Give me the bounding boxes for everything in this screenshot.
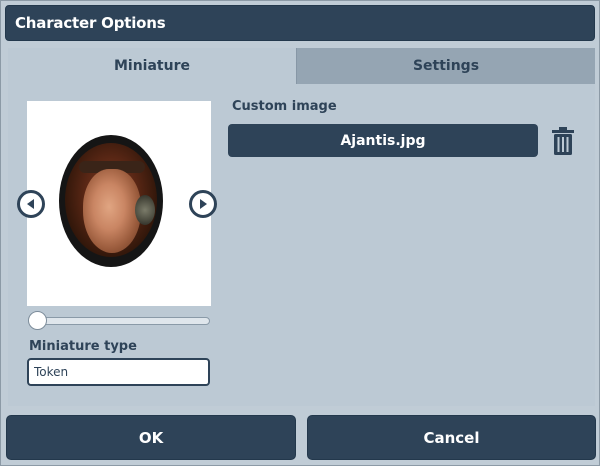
- tab-settings[interactable]: Settings: [296, 48, 595, 84]
- custom-image-button[interactable]: Ajantis.jpg: [228, 124, 538, 157]
- character-options-dialog: Character Options Miniature Settings Min…: [0, 0, 600, 466]
- scale-slider-thumb[interactable]: [28, 311, 47, 330]
- arrow-right-circle-icon: [200, 199, 207, 209]
- miniature-type-label: Miniature type: [29, 339, 137, 354]
- portrait-face: [83, 169, 141, 253]
- scale-slider-track[interactable]: [30, 317, 210, 325]
- custom-image-label: Custom image: [232, 99, 337, 114]
- trash-icon[interactable]: [552, 127, 574, 155]
- title-bar: Character Options: [5, 5, 595, 41]
- arrow-left-circle-icon: [27, 199, 34, 209]
- miniature-type-field[interactable]: [27, 358, 210, 386]
- dialog-title: Character Options: [15, 14, 166, 32]
- miniature-panel: Miniature type Custom image Ajantis.jpg: [8, 84, 595, 406]
- character-portrait: [59, 135, 163, 267]
- portrait-earpiece: [135, 195, 155, 225]
- next-miniature-button[interactable]: [189, 190, 217, 218]
- miniature-preview: [27, 101, 211, 306]
- ok-button[interactable]: OK: [6, 415, 296, 460]
- tab-bar: Miniature Settings: [8, 48, 595, 84]
- tab-miniature[interactable]: Miniature: [8, 48, 296, 84]
- previous-miniature-button[interactable]: [17, 190, 45, 218]
- cancel-button[interactable]: Cancel: [307, 415, 596, 460]
